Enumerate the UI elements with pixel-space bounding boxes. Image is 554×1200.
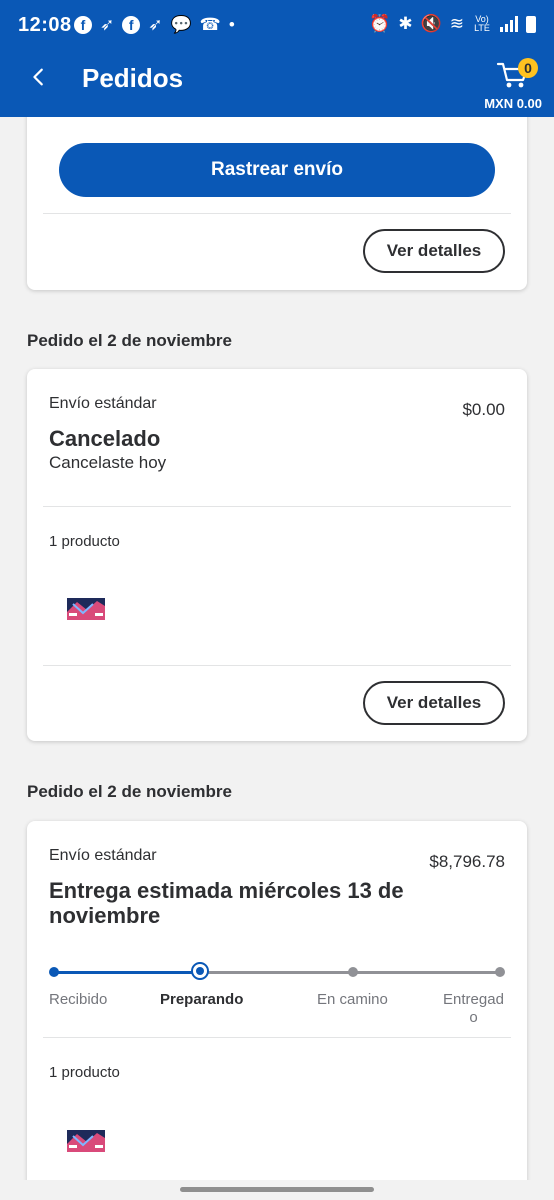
signal-icon: [500, 16, 518, 32]
order-status-detail: Cancelaste hoy: [49, 453, 167, 472]
cart-count-badge: 0: [518, 58, 538, 78]
track-shipment-button[interactable]: Rastrear envío: [59, 143, 495, 197]
status-time: 12:08: [18, 14, 72, 36]
step-label: En camino: [317, 991, 388, 1008]
order-date-heading: Pedido el 2 de noviembre: [27, 331, 233, 350]
more-notifications-icon: •: [228, 15, 235, 34]
step-label: Recibido: [49, 991, 108, 1008]
chat-icon: 💬: [170, 15, 192, 34]
back-button[interactable]: [28, 66, 52, 90]
alarm-icon: ⏰: [369, 14, 391, 33]
network-label: Vo) LTE: [474, 14, 490, 33]
order-card: Rastrear envío Ver detalles: [27, 117, 527, 290]
messenger-icon: ➶: [100, 15, 115, 34]
divider: [43, 213, 511, 214]
divider: [43, 506, 511, 507]
cart-amount: MXN 0.00: [484, 96, 542, 111]
back-arrow-icon: [33, 68, 43, 86]
orders-list[interactable]: Rastrear envío Ver detalles Pedido el 2 …: [0, 117, 554, 1200]
tv-product-thumbnail[interactable]: [67, 1130, 105, 1152]
step-dot-received: [49, 967, 59, 977]
divider: [43, 1037, 511, 1038]
product-count: 1 producto: [49, 533, 120, 550]
view-details-button[interactable]: Ver detalles: [363, 681, 505, 725]
notification-icons: f ➶ f ➶ 💬 ☎ •: [74, 15, 235, 35]
messenger-icon: ➶: [148, 15, 163, 34]
app-icon: ☎: [199, 15, 221, 34]
step-dot-preparing: [191, 962, 209, 980]
facebook-icon: f: [122, 16, 141, 34]
facebook-icon: f: [74, 16, 92, 34]
shipping-type: Envío estándar: [49, 395, 157, 412]
view-details-button[interactable]: Ver detalles: [363, 229, 505, 273]
mute-icon: 🔇: [420, 14, 442, 33]
bluetooth-icon: ✱: [398, 14, 413, 33]
order-status: Entrega estimada miércoles 13 de noviemb…: [49, 878, 404, 928]
order-card[interactable]: Envío estándar $8,796.78 Entrega estimad…: [27, 821, 527, 1200]
app-header: Pedidos 0 MXN 0.00: [0, 52, 554, 117]
cart-button[interactable]: 0 MXN 0.00: [478, 56, 542, 114]
progress-line-complete: [54, 971, 201, 974]
step-dot-delivered: [495, 967, 505, 977]
order-card[interactable]: Envío estándar $0.00 Cancelado Cancelast…: [27, 369, 527, 741]
product-count: 1 producto: [49, 1064, 120, 1081]
step-dot-in-transit: [348, 967, 358, 977]
page-title: Pedidos: [82, 63, 184, 93]
order-price: $8,796.78: [429, 852, 505, 871]
step-label-current: Preparando: [160, 991, 244, 1008]
divider: [43, 665, 511, 666]
home-indicator[interactable]: [180, 1187, 374, 1192]
order-date-heading: Pedido el 2 de noviembre: [27, 782, 233, 801]
order-status: Cancelado: [49, 426, 161, 451]
status-bar: 12:08 f ➶ f ➶ 💬 ☎ • ⏰ ✱ 🔇 ≋ Vo) LTE: [0, 0, 554, 52]
tv-product-thumbnail[interactable]: [67, 598, 105, 620]
battery-icon: [526, 15, 536, 33]
step-label: Entregado: [443, 991, 504, 1026]
order-price: $0.00: [462, 400, 505, 419]
shipping-type: Envío estándar: [49, 847, 157, 864]
wifi-icon: ≋: [449, 14, 464, 33]
system-icons: ⏰ ✱ 🔇 ≋ Vo) LTE: [369, 14, 536, 34]
